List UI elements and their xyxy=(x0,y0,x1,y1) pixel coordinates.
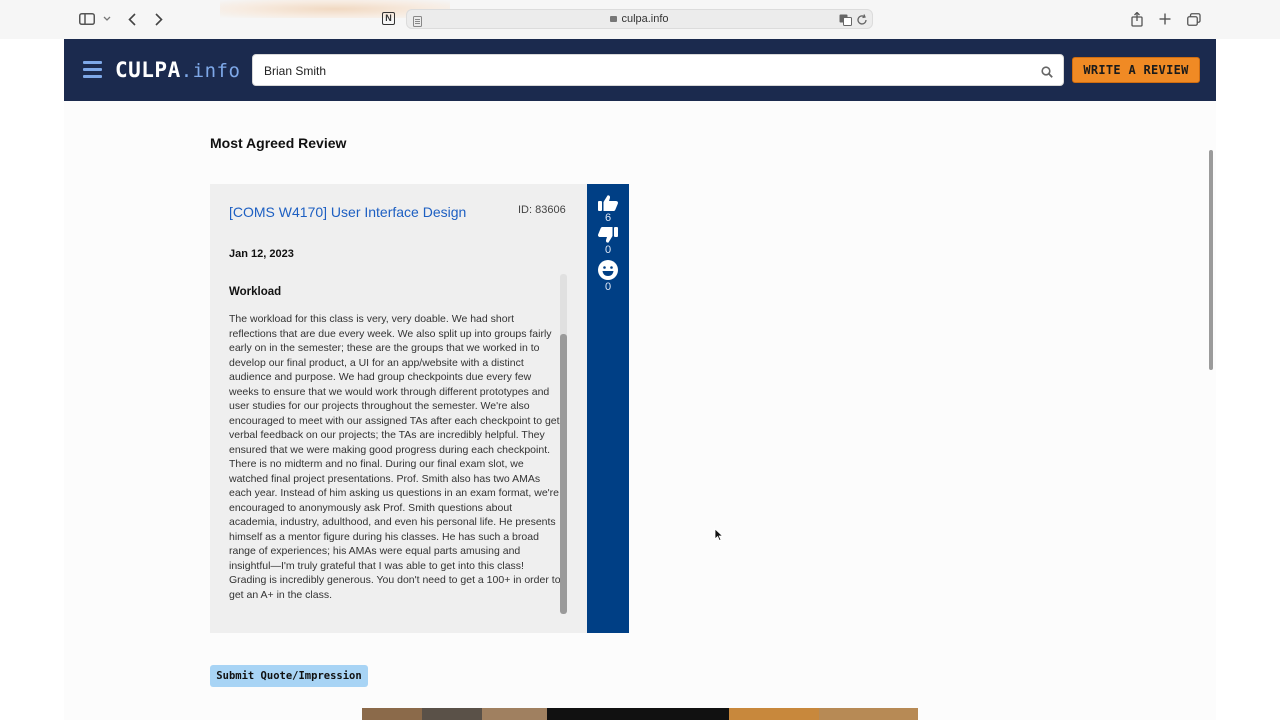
agree-vote[interactable]: 6 xyxy=(587,194,629,224)
sidebar-icon[interactable] xyxy=(79,10,95,28)
thumbs-down-icon[interactable] xyxy=(597,226,619,244)
share-icon[interactable] xyxy=(1131,10,1143,28)
tabs-icon[interactable] xyxy=(1187,10,1201,28)
logo-tld: .info xyxy=(180,60,241,82)
lock-icon xyxy=(610,16,618,22)
agree-count: 6 xyxy=(604,212,612,224)
forward-icon[interactable] xyxy=(155,10,163,28)
search-input[interactable] xyxy=(264,62,1024,80)
disagree-count: 0 xyxy=(604,244,612,256)
main-content: Most Agreed Review [COMS W4170] User Int… xyxy=(64,101,1216,720)
funny-count: 0 xyxy=(604,281,612,293)
new-tab-icon[interactable] xyxy=(1159,10,1171,28)
back-icon[interactable] xyxy=(128,10,136,28)
site-header: CULPA.info WRITE A REVIEW xyxy=(64,39,1216,101)
notion-icon[interactable]: N xyxy=(382,12,395,25)
review-text: The workload for this class is very, ver… xyxy=(229,313,561,601)
url-label: culpa.info xyxy=(621,13,669,25)
review-date: Jan 12, 2023 xyxy=(229,248,294,260)
review-scrollbar[interactable] xyxy=(560,274,567,614)
reload-icon[interactable] xyxy=(856,13,868,31)
food-image-strip xyxy=(362,708,918,720)
write-review-button[interactable]: WRITE A REVIEW xyxy=(1072,57,1200,83)
menu-icon[interactable] xyxy=(83,61,102,79)
review-body[interactable]: Workload The workload for this class is … xyxy=(229,274,569,619)
section-title: Most Agreed Review xyxy=(210,135,347,151)
funny-vote[interactable]: 0 xyxy=(587,259,629,293)
chevron-down-icon[interactable] xyxy=(103,10,111,28)
search-box xyxy=(252,54,1064,86)
thumbs-up-icon[interactable] xyxy=(597,194,619,212)
disagree-vote[interactable]: 0 xyxy=(587,226,629,256)
vote-bar: 6 0 0 xyxy=(587,184,629,633)
url-text: culpa.info xyxy=(407,10,872,28)
review-scrollbar-thumb[interactable] xyxy=(560,334,567,614)
mouse-cursor-icon xyxy=(714,528,724,542)
address-bar[interactable]: culpa.info xyxy=(406,9,873,29)
logo-main: CULPA xyxy=(115,58,181,82)
review-card: [COMS W4170] User Interface Design ID: 8… xyxy=(210,184,587,633)
submit-quote-button[interactable]: Submit Quote/Impression xyxy=(210,665,368,687)
course-link[interactable]: [COMS W4170] User Interface Design xyxy=(229,203,479,221)
laugh-face-icon[interactable] xyxy=(597,259,619,281)
page-scrollbar[interactable] xyxy=(1209,150,1213,370)
translate-icon[interactable] xyxy=(839,13,852,31)
site-logo[interactable]: CULPA.info xyxy=(115,57,240,84)
search-icon[interactable] xyxy=(1041,65,1053,78)
review-id: ID: 83606 xyxy=(518,204,566,216)
workload-heading: Workload xyxy=(229,286,282,298)
browser-toolbar: N culpa.info xyxy=(0,0,1280,39)
